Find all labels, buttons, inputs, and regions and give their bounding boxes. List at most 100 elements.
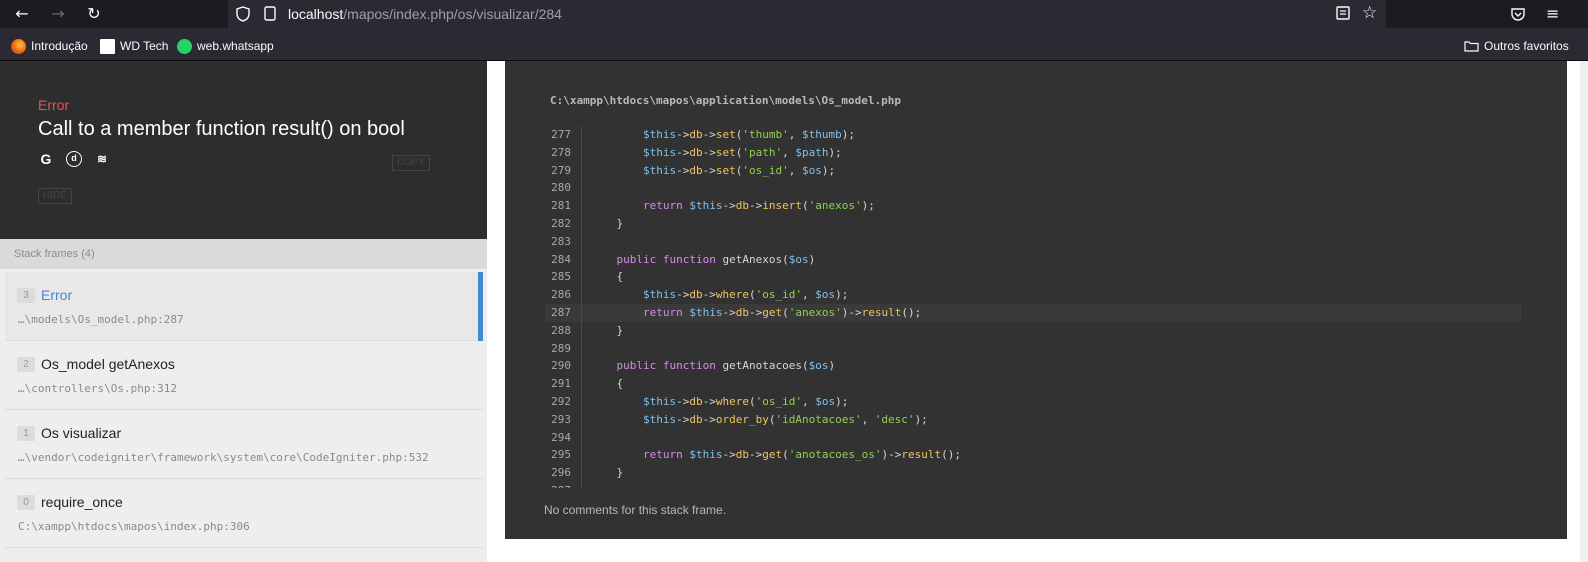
other-bookmarks-label: Outros favoritos xyxy=(1484,39,1569,53)
browser-toolbar: ← → ↻ localhost/mapos/index.php/os/visua… xyxy=(0,0,1588,28)
bookmark-star-icon[interactable]: ☆ xyxy=(1362,3,1377,23)
code-line: 286 $this->db->where('os_id', $os); xyxy=(545,286,1521,304)
bookmark-whatsapp[interactable]: web.whatsapp xyxy=(177,37,274,55)
error-type: Error xyxy=(38,97,70,113)
bookmark-label: web.whatsapp xyxy=(197,39,274,53)
frame-name: Os visualizar xyxy=(41,425,122,441)
code-line: 295 return $this->db->get('anotacoes_os'… xyxy=(545,446,1521,465)
frame-comments: No comments for this stack frame. xyxy=(544,503,727,517)
stack-frame[interactable]: 2 Os_model getAnexos …\controllers\Os.ph… xyxy=(5,341,483,410)
line-code: $this->db->order_by('idAnotacoes', 'desc… xyxy=(642,412,928,426)
url-text[interactable]: localhost/mapos/index.php/os/visualizar/… xyxy=(288,6,562,22)
line-number: 290 xyxy=(545,357,582,376)
code-line: 278 $this->db->set('path', $path); xyxy=(545,143,1521,162)
copy-button[interactable]: COPY xyxy=(392,155,430,171)
stackoverflow-search-icon[interactable]: ≋ xyxy=(94,151,110,167)
file-path[interactable]: C:\xampp\htdocs\mapos\application\models… xyxy=(550,94,901,107)
line-code: public function getAnotacoes($os) xyxy=(616,359,836,373)
frame-file: …\vendor\codeigniter\framework\system\co… xyxy=(18,451,429,464)
stack-frame[interactable]: 0 require_once C:\xampp\htdocs\mapos\ind… xyxy=(5,479,483,548)
back-arrow-icon[interactable]: ← xyxy=(12,4,32,24)
code-line: 285 { xyxy=(545,268,1521,287)
line-code: $this->db->where('os_id', $os); xyxy=(642,288,849,302)
code-line: 283 xyxy=(545,232,1521,251)
pocket-icon[interactable] xyxy=(1510,6,1526,22)
code-line: 281 return $this->db->insert('anexos'); xyxy=(545,197,1521,215)
line-number: 279 xyxy=(545,161,582,180)
code-viewer: C:\xampp\htdocs\mapos\application\models… xyxy=(487,61,1588,562)
code-line: 292 $this->db->where('os_id', $os); xyxy=(545,392,1521,411)
code-line: 297 xyxy=(545,481,1521,488)
frame-index: 1 xyxy=(17,426,35,441)
line-number: 282 xyxy=(545,214,582,233)
firefox-icon xyxy=(11,38,26,54)
error-header: Error Call to a member function result()… xyxy=(0,61,487,239)
reader-view-icon[interactable] xyxy=(1336,6,1350,20)
menu-icon[interactable]: ≡ xyxy=(1546,4,1559,23)
code-line: 296 } xyxy=(545,464,1521,482)
wdtech-icon xyxy=(100,38,115,54)
line-code: return $this->db->insert('anexos'); xyxy=(642,199,875,213)
code-line: 277 $this->db->set('thumb', $thumb); xyxy=(545,126,1521,144)
line-number: 277 xyxy=(545,126,582,144)
line-code: { xyxy=(590,377,624,391)
frame-index: 3 xyxy=(17,288,35,303)
frame-index: 0 xyxy=(17,495,35,510)
page-icon[interactable] xyxy=(264,6,276,21)
code-line: 291 { xyxy=(545,375,1521,393)
line-number: 285 xyxy=(545,268,582,287)
stack-frames-list: 3 Error …\models\Os_model.php:287 2 Os_m… xyxy=(5,272,483,548)
line-number: 286 xyxy=(545,286,582,304)
scrollbar[interactable] xyxy=(1580,61,1588,562)
whatsapp-icon xyxy=(177,38,192,54)
shield-icon[interactable] xyxy=(236,6,250,22)
bookmark-wdtech[interactable]: WD Tech xyxy=(100,37,168,55)
search-links: G d ≋ xyxy=(38,151,110,167)
stack-frame[interactable]: 1 Os visualizar …\vendor\codeigniter\fra… xyxy=(5,410,483,479)
line-code: return $this->db->get('anexos')->result(… xyxy=(642,305,922,319)
frame-name: Error xyxy=(41,287,73,303)
folder-icon xyxy=(1464,41,1479,52)
stack-frames-header: Stack frames (4) xyxy=(0,239,487,269)
bookmark-label: WD Tech xyxy=(120,39,169,53)
duckduckgo-search-icon[interactable]: d xyxy=(66,151,82,167)
line-number: 283 xyxy=(545,232,582,251)
frame-index: 2 xyxy=(17,357,35,372)
line-number: 278 xyxy=(545,143,582,162)
forward-arrow-icon[interactable]: → xyxy=(48,4,68,24)
hide-button[interactable]: HIDE xyxy=(38,188,72,204)
url-bar[interactable]: localhost/mapos/index.php/os/visualizar/… xyxy=(228,0,1386,28)
other-bookmarks[interactable]: Outros favoritos xyxy=(1464,37,1569,55)
line-number: 289 xyxy=(545,339,582,358)
line-number: 291 xyxy=(545,375,582,393)
code-panel: C:\xampp\htdocs\mapos\application\models… xyxy=(505,61,1567,539)
reload-icon[interactable]: ↻ xyxy=(84,4,104,24)
bookmark-label: Introdução xyxy=(31,39,88,53)
line-number: 287 xyxy=(545,303,582,322)
line-code: } xyxy=(590,216,624,230)
line-code: $this->db->set('path', $path); xyxy=(642,145,842,159)
line-number: 296 xyxy=(545,464,582,482)
line-code: $this->db->set('thumb', $thumb); xyxy=(642,128,855,141)
line-number: 292 xyxy=(545,392,582,411)
line-number: 294 xyxy=(545,428,582,447)
line-code: public function getAnexos($os) xyxy=(616,252,816,266)
line-code: $this->db->where('os_id', $os); xyxy=(642,394,849,408)
line-number: 293 xyxy=(545,410,582,429)
error-message: Call to a member function result() on bo… xyxy=(38,118,405,140)
bookmark-introducao[interactable]: Introdução xyxy=(11,37,88,55)
stack-frame[interactable]: 3 Error …\models\Os_model.php:287 xyxy=(5,272,483,341)
line-number: 297 xyxy=(545,481,582,488)
frame-name: Os_model getAnexos xyxy=(41,356,175,372)
code-line: 279 $this->db->set('os_id', $os); xyxy=(545,161,1521,180)
line-code: } xyxy=(590,466,624,480)
code-line: 288 } xyxy=(545,321,1521,340)
google-search-icon[interactable]: G xyxy=(38,151,54,167)
code-line: 287 return $this->db->get('anexos')->res… xyxy=(545,303,1521,322)
code-line: 293 $this->db->order_by('idAnotacoes', '… xyxy=(545,410,1521,429)
line-code: $this->db->set('os_id', $os); xyxy=(642,163,836,177)
line-code: { xyxy=(590,270,624,284)
